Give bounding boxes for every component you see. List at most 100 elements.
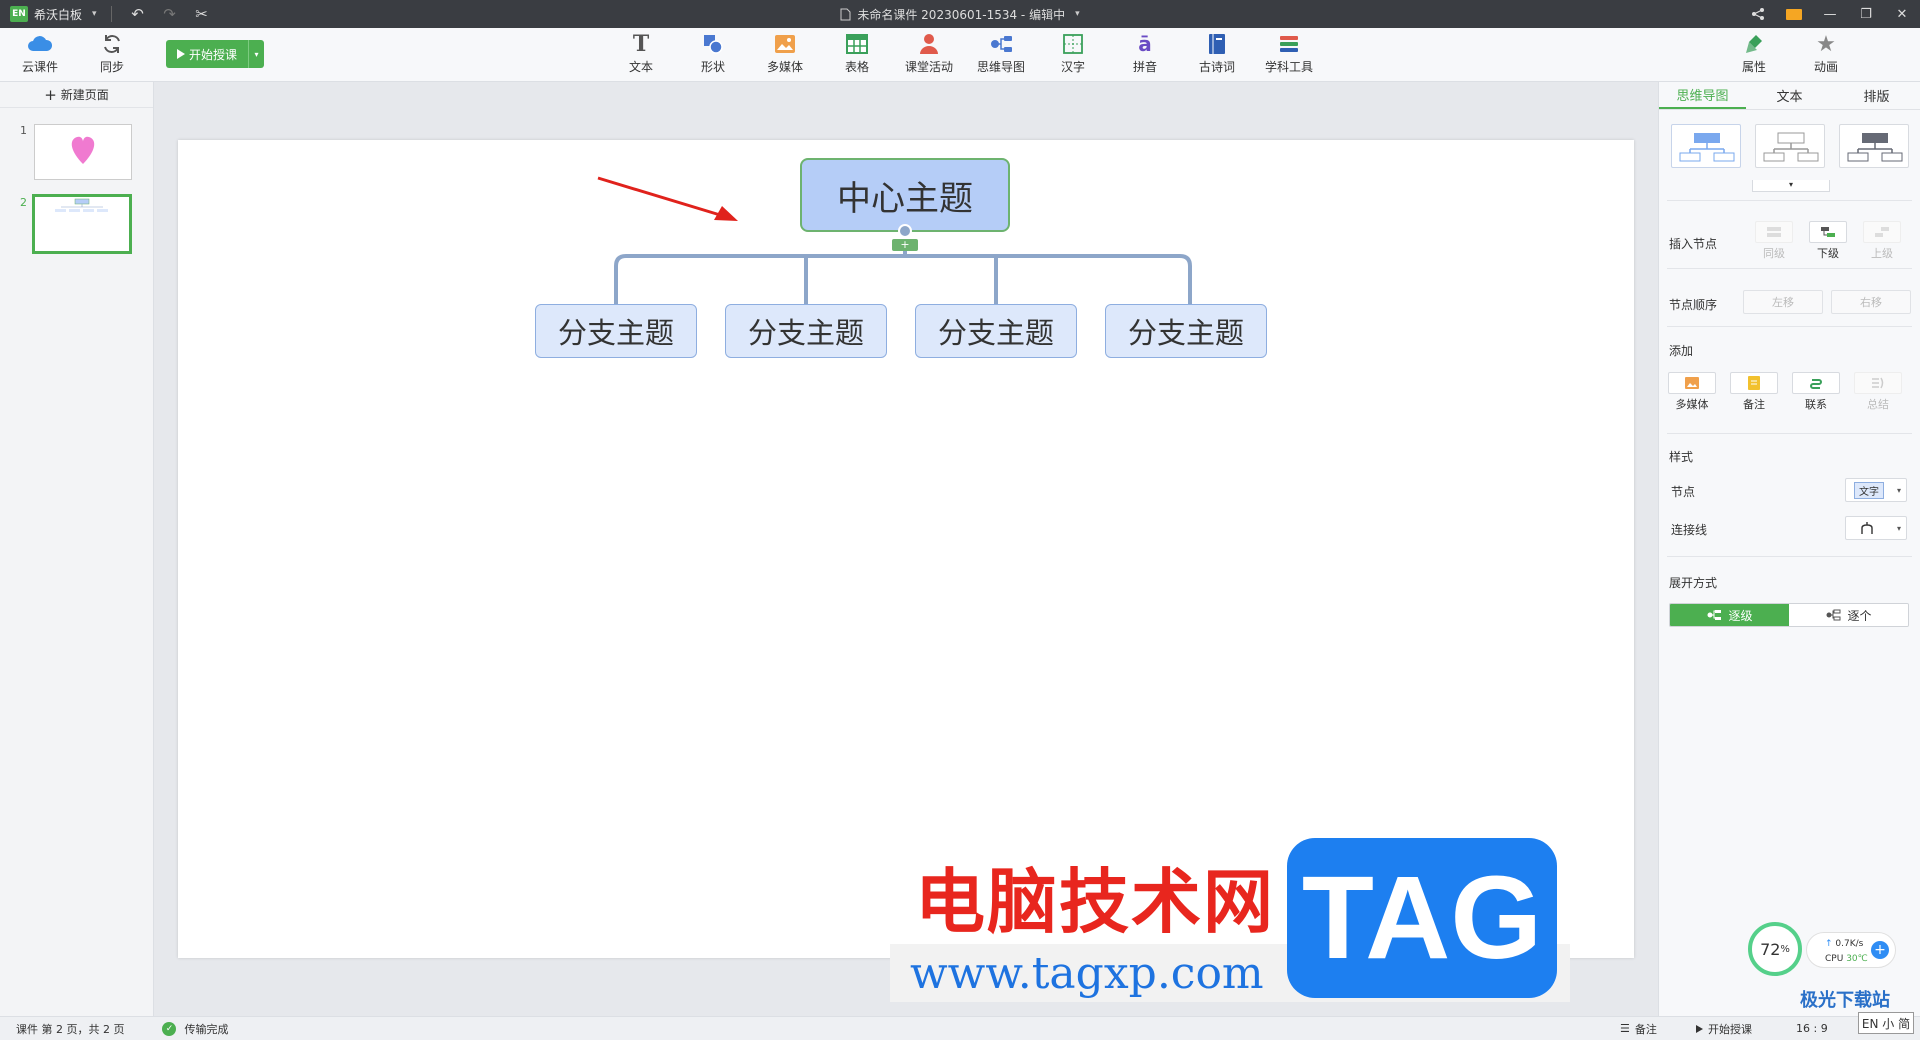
layout-more-dropdown[interactable]: ▾ [1752, 180, 1830, 192]
app-name: 希沃白板 [34, 7, 83, 22]
collapse-toggle-icon[interactable] [898, 224, 912, 238]
ime-indicator[interactable]: EN 小 简 [1858, 1012, 1914, 1034]
divider [1667, 433, 1912, 434]
mindmap-icon [988, 32, 1014, 56]
tool-label: 课堂活动 [904, 60, 953, 74]
document-title[interactable]: 未命名课件 20230601-1534 - 编辑中 [857, 6, 1065, 23]
connector-style-select[interactable]: ▾ [1845, 516, 1907, 540]
table-icon [844, 32, 870, 56]
check-icon: ✓ [162, 1021, 177, 1036]
add-child-button[interactable]: + [892, 239, 918, 251]
scissors-icon: ✂ [195, 5, 208, 23]
message-button[interactable] [1776, 0, 1812, 28]
tool-label: 拼音 [1132, 60, 1157, 74]
sync-label: 同步 [99, 60, 124, 74]
close-button[interactable]: ✕ [1884, 0, 1920, 28]
start-teaching-main[interactable]: 开始授课 [166, 40, 248, 68]
page-thumbnail[interactable] [34, 124, 132, 180]
tool-poetry[interactable]: 古诗词 [1187, 32, 1247, 78]
tool-subject-tools[interactable]: 学科工具 [1259, 32, 1319, 78]
tool-class-activity[interactable]: 课堂活动 [899, 32, 959, 78]
app-logo: EN [10, 6, 28, 22]
insert-child-label: 下级 [1817, 247, 1839, 260]
tool-table[interactable]: 表格 [827, 32, 887, 78]
redo-button[interactable]: ↷ [154, 0, 186, 28]
undo-button[interactable]: ↶ [122, 0, 154, 28]
minimize-icon: — [1823, 6, 1837, 22]
parent-node-icon [1875, 227, 1889, 237]
transfer-status: 传输完成 [184, 1022, 229, 1036]
cpu-temp: 30℃ [1846, 954, 1868, 964]
cut-button[interactable]: ✂ [186, 0, 218, 28]
poetry-icon [1204, 32, 1230, 56]
annotation-arrow [597, 176, 731, 220]
cloud-courseware-label: 云课件 [21, 60, 58, 74]
expand-single-label: 逐个 [1847, 608, 1872, 623]
tool-label: 汉字 [1060, 60, 1085, 74]
minimize-button[interactable]: — [1812, 0, 1848, 28]
mindmap-branch-node[interactable]: 分支主题 [535, 304, 697, 358]
tool-pinyin[interactable]: ā 拼音 [1115, 32, 1175, 78]
sync-button[interactable]: 同步 [82, 32, 142, 78]
tree-level-icon [1707, 610, 1722, 620]
tool-hanzi[interactable]: 汉字 [1043, 32, 1103, 78]
layout-style-option[interactable] [1755, 124, 1825, 168]
org-chart-outline-icon [1763, 132, 1819, 162]
cloud-courseware-button[interactable]: 云课件 [10, 32, 70, 78]
tree-single-icon [1826, 609, 1841, 621]
tool-label: 多媒体 [766, 60, 803, 74]
expand-level-option[interactable]: 逐级 [1670, 604, 1789, 626]
mindmap-branch-node[interactable]: 分支主题 [725, 304, 887, 358]
add-link-button[interactable]: 联系 [1791, 372, 1841, 412]
mindmap-center-node[interactable]: 中心主题 [800, 158, 1010, 232]
properties-button[interactable]: 属性 [1724, 32, 1784, 78]
restore-button[interactable]: ❐ [1848, 0, 1884, 28]
app-menu[interactable]: EN 希沃白板 ▾ [10, 6, 97, 23]
start-teaching-button[interactable]: 开始授课 ▾ [166, 40, 264, 68]
tab-text[interactable]: 文本 [1746, 82, 1833, 109]
star-icon: ★ [1816, 31, 1836, 57]
notes-icon: ☰ [1620, 1022, 1630, 1035]
memory-percent: 72 [1760, 939, 1781, 959]
aspect-ratio[interactable]: 16 : 9 [1796, 1022, 1828, 1035]
tab-layout[interactable]: 排版 [1833, 82, 1920, 109]
tool-mindmap[interactable]: 思维导图 [971, 32, 1031, 78]
animation-button[interactable]: ★ 动画 [1796, 32, 1856, 78]
expand-mode-toggle: 逐级 逐个 [1669, 603, 1909, 627]
new-page-button[interactable]: + 新建页面 [0, 82, 153, 108]
expand-single-option[interactable]: 逐个 [1789, 604, 1908, 626]
node-style-select[interactable]: 文字 ▾ [1845, 478, 1907, 502]
add-note-button[interactable]: 备注 [1729, 372, 1779, 412]
add-multimedia-button[interactable]: 多媒体 [1667, 372, 1717, 412]
layout-style-option[interactable] [1839, 124, 1909, 168]
tool-shape[interactable]: 形状 [683, 32, 743, 78]
tool-multimedia[interactable]: 多媒体 [755, 32, 815, 78]
status-start-teaching-button[interactable]: 开始授课 [1696, 1021, 1752, 1037]
mindmap-branch-node[interactable]: 分支主题 [1105, 304, 1267, 358]
mindmap-branch-node[interactable]: 分支主题 [915, 304, 1077, 358]
slide-canvas[interactable]: 中心主题 + 分支主题 分支主题 分支主题 分支主题 [178, 140, 1634, 958]
notes-button[interactable]: ☰ 备注 [1620, 1021, 1657, 1037]
plus-icon[interactable]: + [1871, 941, 1889, 959]
move-right-button[interactable]: 右移 [1831, 290, 1911, 314]
mindmap-thumbnail [55, 198, 108, 212]
insert-child-button[interactable]: 下级 [1805, 221, 1851, 261]
share-button[interactable] [1740, 0, 1776, 28]
brush-icon [1741, 32, 1767, 56]
start-teaching-dropdown[interactable]: ▾ [248, 40, 264, 68]
insert-sibling-button[interactable]: 同级 [1751, 221, 1797, 261]
layout-style-option[interactable] [1671, 124, 1741, 168]
insert-parent-label: 上级 [1871, 247, 1893, 260]
insert-parent-button[interactable]: 上级 [1859, 221, 1905, 261]
page-thumbnail-active[interactable] [32, 194, 132, 254]
document-icon [840, 8, 851, 20]
summary-icon [1872, 377, 1884, 389]
site-logo: 极光下载站 [1800, 990, 1890, 1011]
add-summary-button[interactable]: 总结 [1853, 372, 1903, 412]
move-left-button[interactable]: 左移 [1743, 290, 1823, 314]
upload-arrow-icon: ↑ [1825, 939, 1833, 949]
tab-mindmap[interactable]: 思维导图 [1659, 82, 1746, 109]
tool-text[interactable]: T 文本 [611, 31, 671, 78]
performance-widget[interactable]: 72% ↑ 0.7K/s CPU 30℃ + [1748, 918, 1898, 978]
chevron-down-icon[interactable]: ▾ [1075, 9, 1080, 19]
